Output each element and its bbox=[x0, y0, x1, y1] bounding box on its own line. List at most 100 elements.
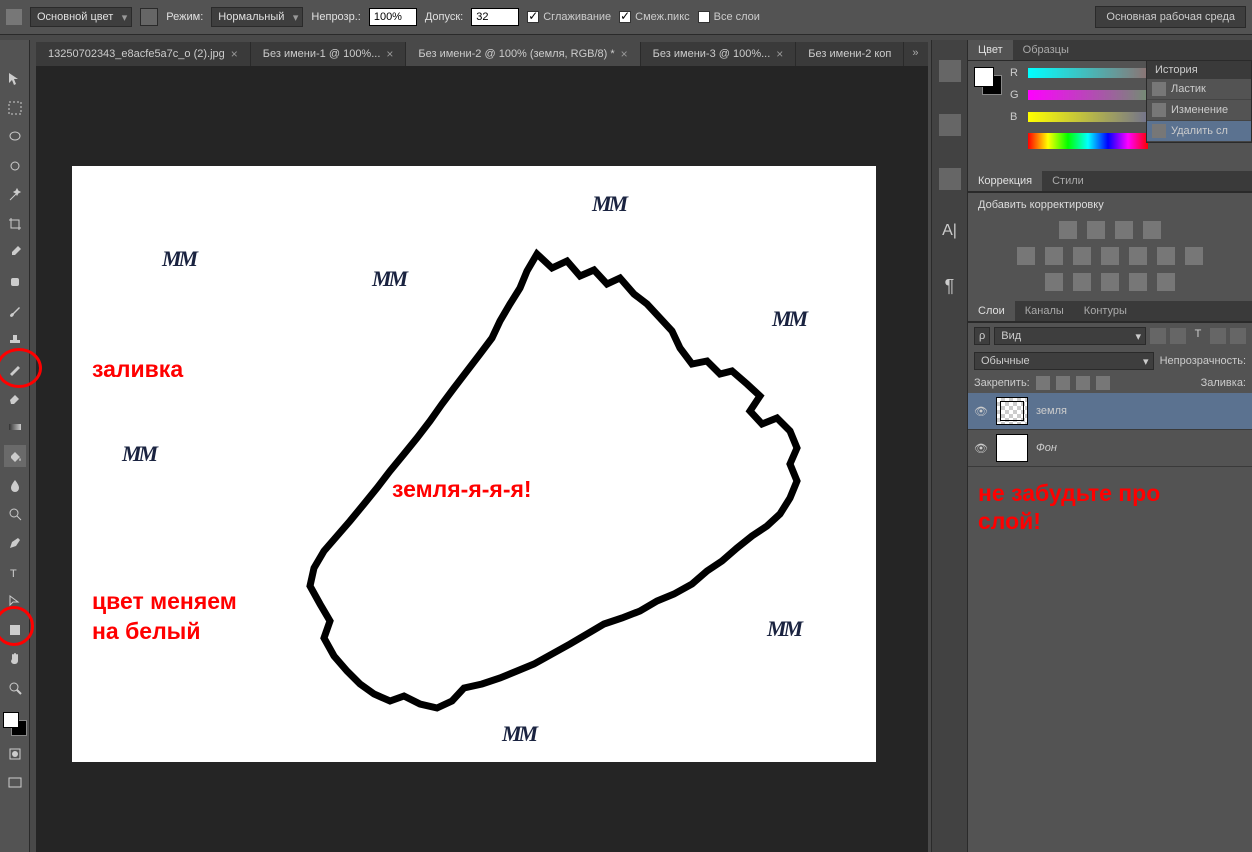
doc-tab[interactable]: Без имени-3 @ 100%...× bbox=[641, 42, 797, 66]
clone-panel-icon[interactable] bbox=[939, 168, 961, 190]
marquee-tool-icon[interactable] bbox=[4, 97, 26, 119]
lock-all-icon[interactable] bbox=[1096, 376, 1110, 390]
blur-tool-icon[interactable] bbox=[4, 474, 26, 496]
filter-type-icon[interactable]: T bbox=[1190, 328, 1206, 344]
healing-tool-icon[interactable] bbox=[4, 271, 26, 293]
lock-label: Закрепить: bbox=[974, 377, 1030, 389]
colorbalance-icon[interactable] bbox=[1073, 247, 1091, 265]
close-icon[interactable]: × bbox=[776, 47, 783, 61]
filter-adj-icon[interactable] bbox=[1170, 328, 1186, 344]
lock-pixels-icon[interactable] bbox=[1056, 376, 1070, 390]
bucket-tool-icon[interactable] bbox=[4, 445, 26, 467]
lasso-tool-icon[interactable] bbox=[4, 126, 26, 148]
doc-tab[interactable]: 13250702343_e8acfe5a7c_o (2).jpg× bbox=[36, 42, 251, 66]
layer-item[interactable]: 👁 Фон bbox=[968, 430, 1252, 467]
colorlookup-icon[interactable] bbox=[1185, 247, 1203, 265]
layer-thumb[interactable] bbox=[996, 434, 1028, 462]
brush-panel-icon[interactable] bbox=[939, 114, 961, 136]
visibility-icon[interactable]: 👁 bbox=[974, 441, 988, 455]
invert-icon[interactable] bbox=[1045, 273, 1063, 291]
character-panel-icon[interactable]: A| bbox=[939, 222, 961, 244]
channelmixer-icon[interactable] bbox=[1157, 247, 1175, 265]
layer-blend-select[interactable]: Обычные bbox=[974, 352, 1154, 370]
posterize-icon[interactable] bbox=[1073, 273, 1091, 291]
pattern-picker-icon[interactable] bbox=[140, 8, 158, 26]
lock-position-icon[interactable] bbox=[1076, 376, 1090, 390]
curves-icon[interactable] bbox=[1115, 221, 1133, 239]
doc-tab[interactable]: Без имени-2 коп bbox=[796, 42, 904, 66]
workspace-button[interactable]: Основная рабочая среда bbox=[1095, 6, 1246, 28]
tab-layers[interactable]: Слои bbox=[968, 301, 1015, 321]
contiguous-checkbox[interactable]: Смеж.пикс bbox=[619, 11, 689, 23]
exposure-icon[interactable] bbox=[1143, 221, 1161, 239]
tab-adjustments[interactable]: Коррекция bbox=[968, 171, 1042, 191]
tab-overflow-icon[interactable]: » bbox=[904, 42, 926, 66]
pen-tool-icon[interactable] bbox=[4, 532, 26, 554]
crop-tool-icon[interactable] bbox=[4, 213, 26, 235]
eraser-tool-icon[interactable] bbox=[4, 387, 26, 409]
threshold-icon[interactable] bbox=[1101, 273, 1119, 291]
all-layers-checkbox[interactable]: Все слои bbox=[698, 11, 760, 23]
tab-paths[interactable]: Контуры bbox=[1074, 301, 1137, 321]
land-outline bbox=[242, 246, 822, 726]
quickmask-icon[interactable] bbox=[4, 743, 26, 765]
color-swatch[interactable] bbox=[3, 712, 27, 736]
filter-kind-select[interactable]: Вид bbox=[994, 327, 1146, 345]
move-tool-icon[interactable] bbox=[4, 68, 26, 90]
gradient-map-icon[interactable] bbox=[1129, 273, 1147, 291]
wand-tool-icon[interactable] bbox=[4, 184, 26, 206]
levels-icon[interactable] bbox=[1087, 221, 1105, 239]
zoom-tool-icon[interactable] bbox=[4, 677, 26, 699]
blend-mode-select[interactable]: Нормальный bbox=[211, 7, 303, 27]
fill-source-select[interactable]: Основной цвет bbox=[30, 7, 132, 27]
layer-name[interactable]: Фон bbox=[1036, 442, 1057, 454]
annotation-color1: цвет меняем bbox=[92, 588, 237, 615]
close-icon[interactable]: × bbox=[621, 47, 628, 61]
spectrum-ramp[interactable] bbox=[1028, 133, 1148, 149]
annotation-layer1: не забудьте про bbox=[978, 480, 1160, 507]
tab-swatches[interactable]: Образцы bbox=[1013, 40, 1079, 60]
layer-name[interactable]: земля bbox=[1036, 405, 1067, 417]
history-item[interactable]: Ластик bbox=[1147, 79, 1251, 100]
color-chip[interactable] bbox=[974, 67, 1002, 95]
right-panel-stack: Цвет Образцы R G B Коррекция Стили Добав… bbox=[967, 40, 1252, 852]
canvas[interactable]: ММ ММ ММ ММ ММ ММ ММ земля-я-я-я! bbox=[72, 166, 876, 762]
tab-styles[interactable]: Стили bbox=[1042, 171, 1094, 191]
history-item[interactable]: Изменение bbox=[1147, 100, 1251, 121]
quick-select-tool-icon[interactable] bbox=[4, 155, 26, 177]
filter-type-icon[interactable]: ρ bbox=[974, 327, 990, 345]
vibrance-icon[interactable] bbox=[1017, 247, 1035, 265]
hue-icon[interactable] bbox=[1045, 247, 1063, 265]
brightness-icon[interactable] bbox=[1059, 221, 1077, 239]
bw-icon[interactable] bbox=[1101, 247, 1119, 265]
brush-tool-icon[interactable] bbox=[4, 300, 26, 322]
screenmode-icon[interactable] bbox=[4, 772, 26, 794]
tolerance-input[interactable]: 32 bbox=[471, 8, 519, 26]
hand-tool-icon[interactable] bbox=[4, 648, 26, 670]
selective-color-icon[interactable] bbox=[1157, 273, 1175, 291]
gradient-tool-icon[interactable] bbox=[4, 416, 26, 438]
antialias-checkbox[interactable]: Сглаживание bbox=[527, 11, 611, 23]
tab-color[interactable]: Цвет bbox=[968, 40, 1013, 60]
close-icon[interactable]: × bbox=[231, 47, 238, 61]
opacity-input[interactable]: 100% bbox=[369, 8, 417, 26]
photofilter-icon[interactable] bbox=[1129, 247, 1147, 265]
lock-transparent-icon[interactable] bbox=[1036, 376, 1050, 390]
eyedropper-tool-icon[interactable] bbox=[4, 242, 26, 264]
type-tool-icon[interactable]: T bbox=[4, 561, 26, 583]
layer-item[interactable]: 👁 земля bbox=[968, 393, 1252, 430]
tab-channels[interactable]: Каналы bbox=[1015, 301, 1074, 321]
layer-thumb[interactable] bbox=[996, 397, 1028, 425]
doc-tab[interactable]: Без имени-2 @ 100% (земля, RGB/8) *× bbox=[406, 42, 640, 66]
visibility-icon[interactable]: 👁 bbox=[974, 404, 988, 418]
history-panel-icon[interactable] bbox=[939, 60, 961, 82]
dodge-tool-icon[interactable] bbox=[4, 503, 26, 525]
doc-tab[interactable]: Без имени-1 @ 100%...× bbox=[251, 42, 407, 66]
close-icon[interactable]: × bbox=[386, 47, 393, 61]
filter-smart-icon[interactable] bbox=[1230, 328, 1246, 344]
filter-shape-icon[interactable] bbox=[1210, 328, 1226, 344]
history-item[interactable]: Удалить сл bbox=[1147, 121, 1251, 142]
paragraph-panel-icon[interactable]: ¶ bbox=[939, 276, 961, 298]
tab-history[interactable]: История bbox=[1147, 61, 1251, 79]
filter-pixel-icon[interactable] bbox=[1150, 328, 1166, 344]
